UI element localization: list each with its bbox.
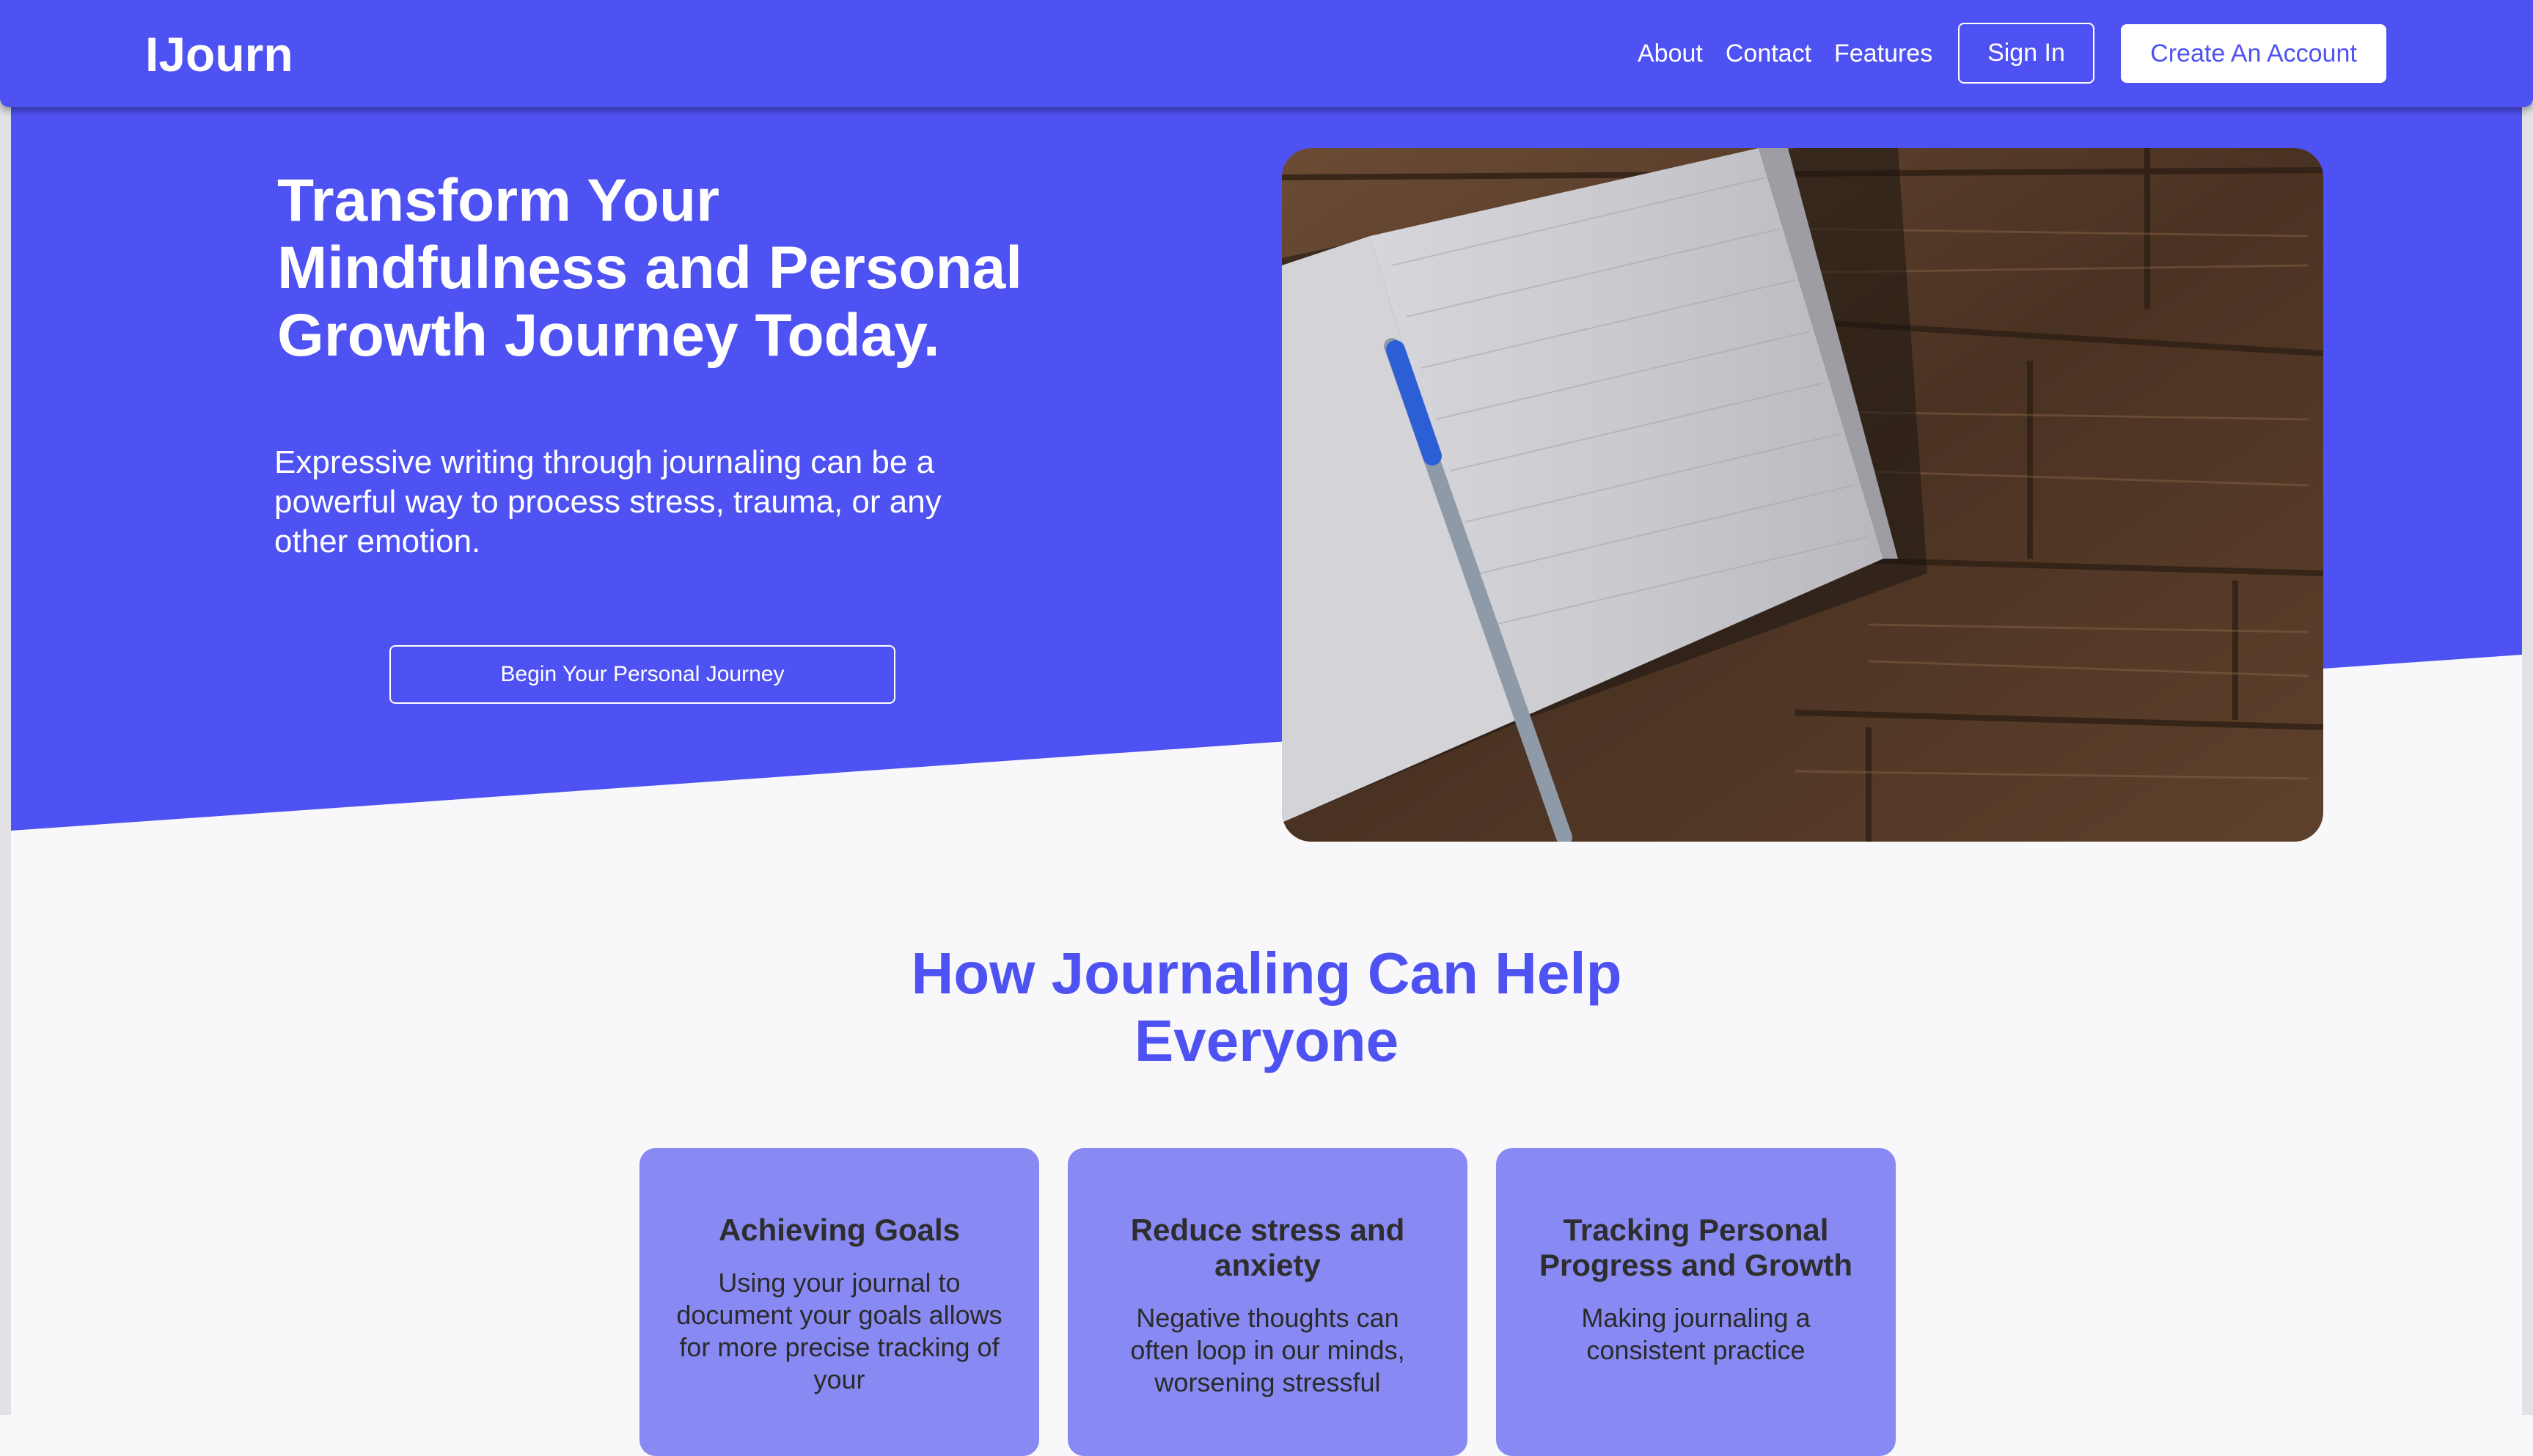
window-edge-right xyxy=(2522,0,2533,1415)
feature-card-text: Negative thoughts can often loop in our … xyxy=(1130,1303,1405,1397)
nav-link-features[interactable]: Features xyxy=(1834,38,1932,69)
hero-image-notebook xyxy=(1282,148,2323,842)
feature-card-reduce-stress: Reduce stress and anxiety Negative thoug… xyxy=(1068,1148,1467,1456)
brand-logo[interactable]: IJourn xyxy=(145,26,293,82)
feature-card-tracking-progress: Tracking Personal Progress and Growth Ma… xyxy=(1496,1148,1896,1456)
feature-card-text: Using your journal to document your goal… xyxy=(676,1268,1002,1394)
create-account-button[interactable]: Create An Account xyxy=(2121,24,2386,83)
begin-journey-button[interactable]: Begin Your Personal Journey xyxy=(389,645,895,704)
nav-link-about[interactable]: About xyxy=(1638,38,1703,69)
sign-in-button[interactable]: Sign In xyxy=(1958,23,2094,84)
nav-links: About Contact Features xyxy=(1638,38,1932,69)
feature-card-text: Making journaling a consistent practice xyxy=(1581,1303,1811,1365)
navbar: IJourn About Contact Features Sign In Cr… xyxy=(0,0,2533,107)
features-title: How Journaling Can Help Everyone xyxy=(911,941,1622,1073)
hero-subtitle: Expressive writing through journaling ca… xyxy=(274,444,942,559)
feature-card-achieving-goals: Achieving Goals Using your journal to do… xyxy=(639,1148,1039,1456)
feature-card-title: Tracking Personal Progress and Growth xyxy=(1539,1213,1853,1282)
page: IJourn About Contact Features Sign In Cr… xyxy=(0,0,2533,1456)
notebook-photo xyxy=(1282,148,2323,842)
hero-title: Transform Your Mindfulness and Personal … xyxy=(277,167,1023,369)
feature-card-title: Achieving Goals xyxy=(718,1213,961,1247)
nav-link-contact[interactable]: Contact xyxy=(1726,38,1811,69)
window-edge-left xyxy=(0,0,11,1415)
feature-card-title: Reduce stress and anxiety xyxy=(1130,1213,1405,1282)
